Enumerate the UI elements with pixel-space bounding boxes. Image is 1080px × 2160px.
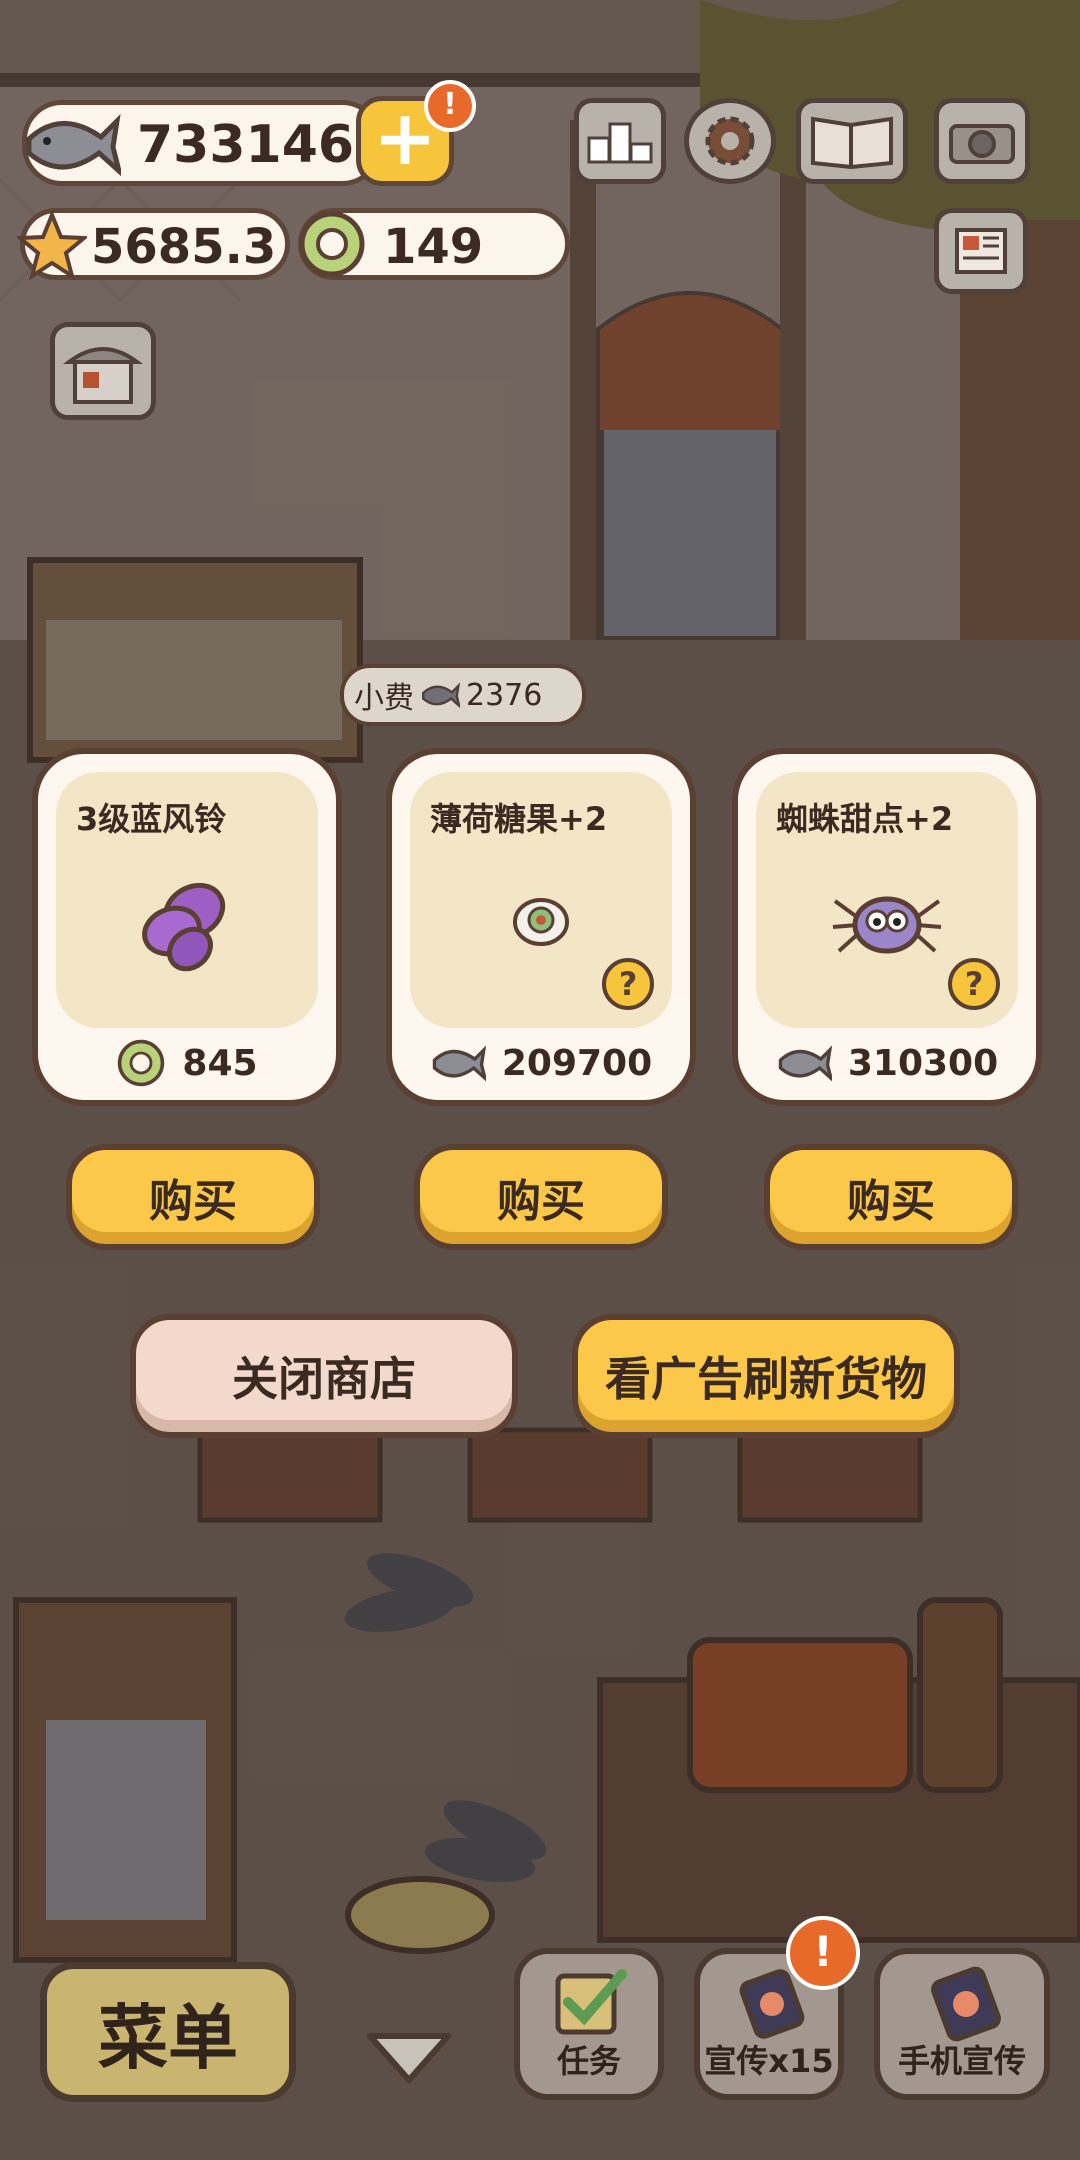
price-value: 310300 (847, 1042, 999, 1084)
help-icon[interactable]: ? (602, 958, 654, 1010)
shop-item-image-area: 薄荷糖果+2 ? (410, 772, 672, 1028)
menu-button[interactable]: 菜单 (40, 1962, 296, 2102)
camera-icon[interactable] (934, 98, 1030, 184)
shop-item-image-area: 蜘蛛甜点+2 ? (756, 772, 1018, 1028)
buy-button[interactable]: 购买 (764, 1144, 1018, 1250)
tip-bubble[interactable]: 小费 2376 (340, 664, 586, 726)
fish-coin-icon (778, 1045, 832, 1082)
phone-promote-label: 手机宣传 (897, 2042, 1026, 2080)
mint-candy-icon (513, 898, 569, 946)
ring-currency-pill: 149 (298, 208, 570, 280)
shop-item-image-area: 3级蓝风铃 (56, 772, 318, 1028)
tip-amount: 2376 (466, 677, 543, 713)
shop-item-price: 209700 (392, 1036, 690, 1090)
newspaper-icon[interactable] (934, 208, 1028, 294)
checklist-icon (555, 1969, 627, 2035)
promote-label: 宣传x15 (704, 2042, 834, 2080)
shop-item-price: 310300 (738, 1036, 1036, 1090)
tasks-button[interactable]: 任务 (514, 1948, 664, 2100)
fish-coin-icon (432, 1045, 486, 1082)
star-currency-pill: 5685.3 (17, 208, 290, 281)
shop-item-card[interactable]: 3级蓝风铃 845 (32, 748, 342, 1106)
ring-count: 149 (383, 219, 484, 275)
close-shop-button[interactable]: 关闭商店 (130, 1314, 518, 1438)
ring-coin-icon (299, 211, 365, 277)
buy-button[interactable]: 购买 (66, 1144, 320, 1250)
book-icon[interactable] (796, 98, 908, 184)
star-icon (17, 211, 87, 281)
fish-currency-pill: 733146 (22, 100, 382, 186)
gear-icon[interactable] (684, 98, 776, 184)
chevron-down-icon[interactable] (364, 2030, 454, 2086)
shop-item-title: 蜘蛛甜点+2 (776, 800, 954, 838)
fish-icon (26, 113, 121, 177)
phone-promo-icon (931, 1966, 1001, 2042)
price-value: 845 (182, 1042, 258, 1084)
shop-item-card[interactable]: 薄荷糖果+2 ? 209700 (386, 748, 696, 1106)
buy-button[interactable]: 购买 (414, 1144, 668, 1250)
fish-count: 733146 (137, 115, 355, 175)
star-count: 5685.3 (91, 219, 277, 275)
tasks-label: 任务 (556, 2042, 621, 2080)
alert-icon: ! (786, 1916, 860, 1990)
shop-item-price: 845 (38, 1036, 336, 1090)
ad-refresh-button[interactable]: 看广告刷新货物 (572, 1314, 960, 1438)
shop-icon[interactable] (50, 322, 156, 420)
ring-coin-icon (118, 1039, 165, 1087)
help-icon[interactable]: ? (948, 958, 1000, 1010)
shop-item-title: 薄荷糖果+2 (430, 800, 608, 838)
tip-label: 小费 (354, 681, 414, 716)
ranking-icon[interactable] (574, 98, 666, 184)
bluebell-flower-icon (142, 882, 226, 972)
phone-promote-button[interactable]: 手机宣传 (874, 1948, 1050, 2100)
spider-dessert-icon (832, 896, 942, 954)
shop-item-title: 3级蓝风铃 (76, 800, 227, 838)
price-value: 209700 (501, 1042, 653, 1084)
fish-icon (422, 682, 460, 709)
alert-icon: ! (424, 80, 476, 132)
shop-item-card[interactable]: 蜘蛛甜点+2 ? 310300 (732, 748, 1042, 1106)
